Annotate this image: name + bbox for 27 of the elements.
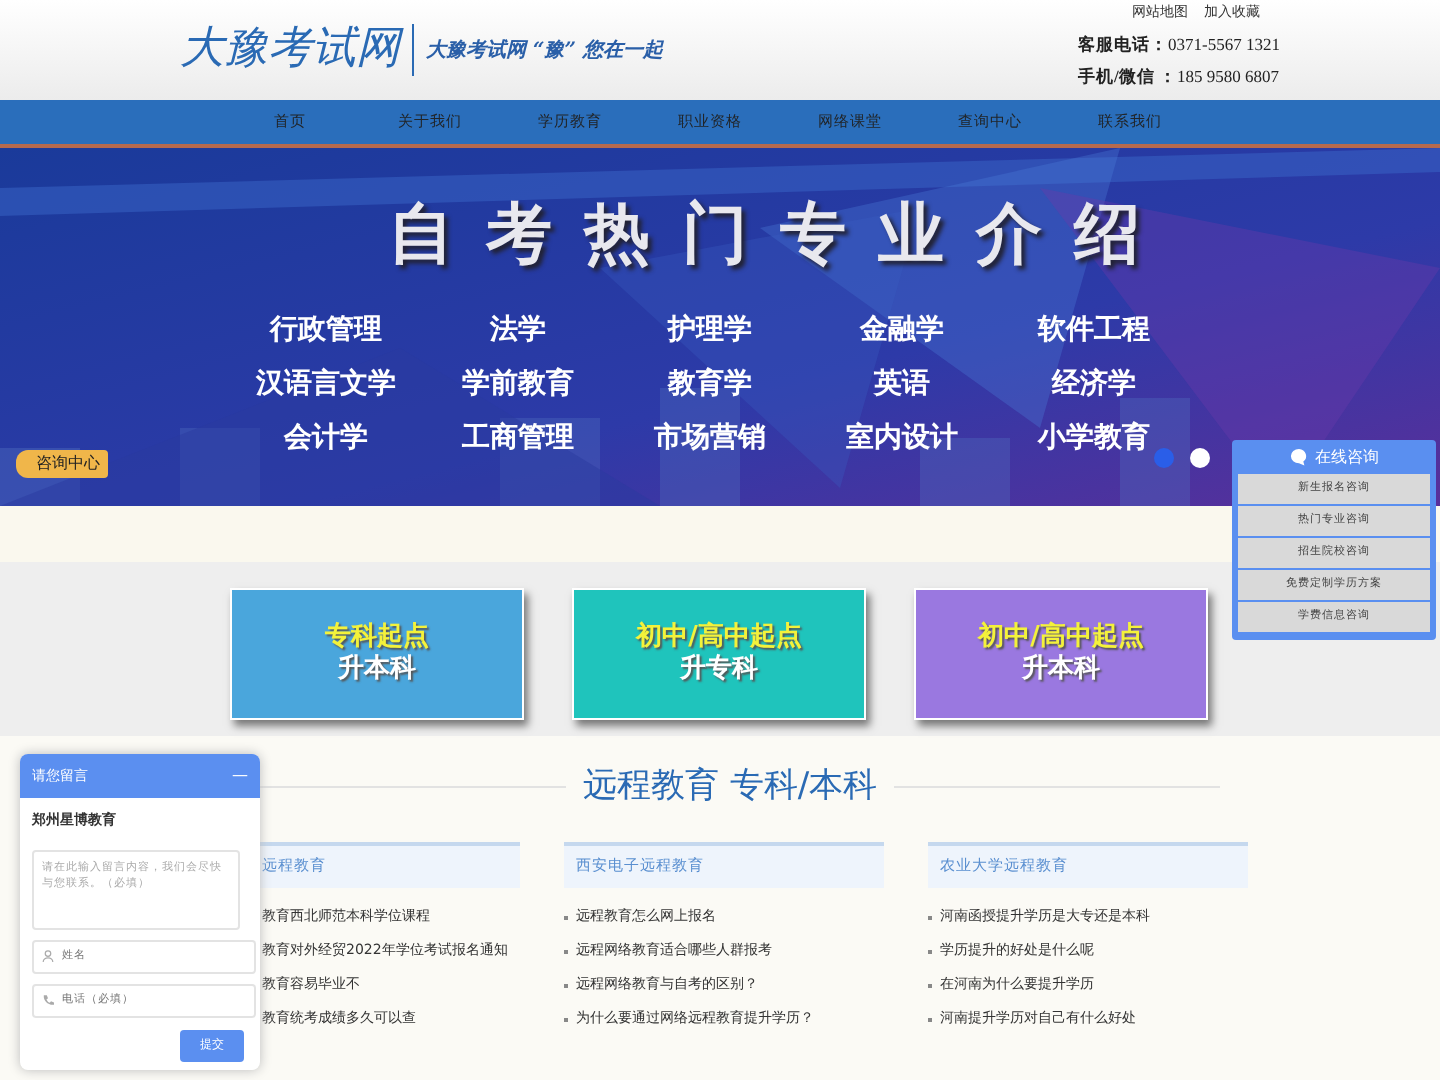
major-label: 汉语言文学 [256,365,396,403]
major-label: 英语 [874,365,930,403]
major-label: 学前教育 [462,365,574,403]
banner-title: 自考热门专业介绍 [386,192,1174,276]
major-label: 会计学 [284,419,368,457]
major-label: 室内设计 [846,419,958,457]
major-label: 工商管理 [462,419,574,457]
major-label: 经济学 [1052,365,1136,403]
chat-icon [1289,448,1307,466]
panel-title: 在线咨询 [1315,445,1379,469]
major-label: 软件工程 [1038,311,1150,349]
major-label: 行政管理 [270,311,382,349]
slogan: 大豫考试网 “豫” 您在一起 [412,24,663,76]
contact-value: 0371-5567 1321 [1168,31,1280,57]
contact-value: 185 9580 6807 [1177,64,1280,90]
major-label: 护理学 [668,311,752,349]
person-icon [42,950,54,962]
major-label: 金融学 [860,311,944,349]
major-label: 小学教育 [1038,419,1150,457]
major-label: 法学 [490,311,546,349]
major-label: 教育学 [668,365,752,403]
site-logo[interactable]: 大豫考试网 [180,28,400,72]
major-label: 市场营销 [654,419,766,457]
contact-label: 手机/微信 ： [1078,64,1178,90]
phone-icon [42,994,54,1006]
consult-tag[interactable]: 咨询中心 [16,450,108,478]
contact-label: 客服电话： [1078,31,1169,57]
